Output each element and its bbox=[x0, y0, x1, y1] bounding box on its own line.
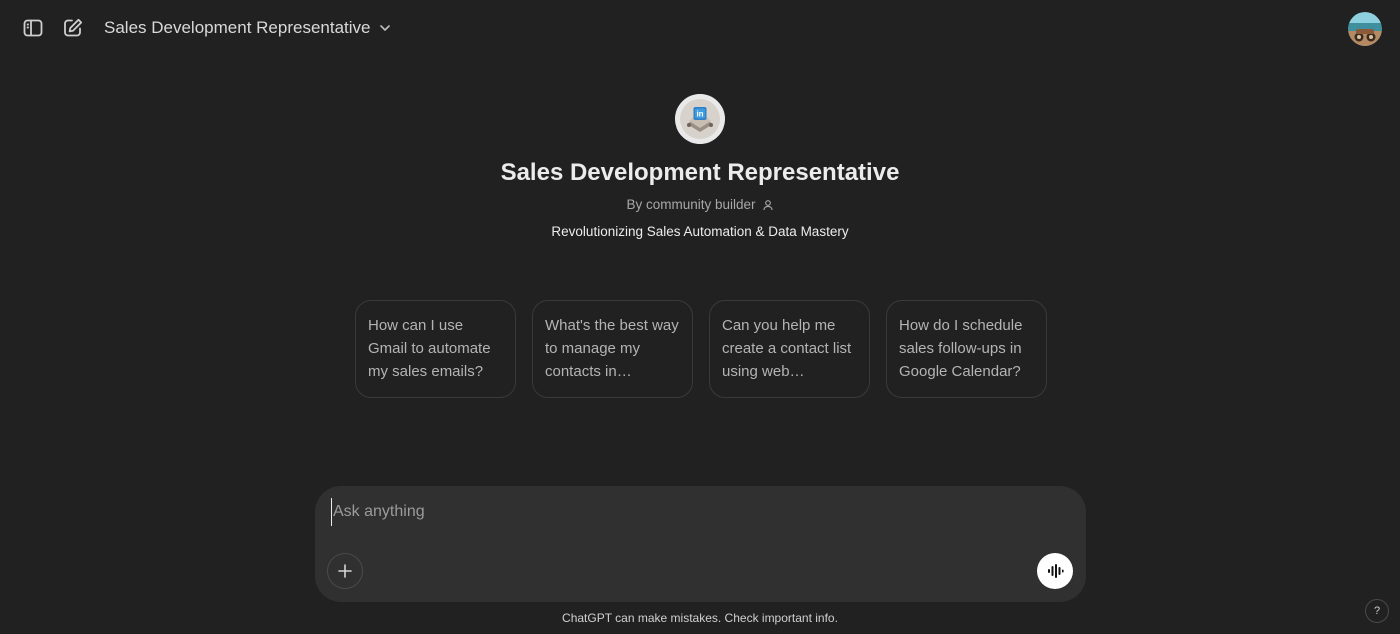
suggestion-cards: How can I use Gmail to automate my sales… bbox=[355, 300, 1047, 398]
suggestion-card[interactable]: How can I use Gmail to automate my sales… bbox=[355, 300, 516, 398]
suggestion-card[interactable]: Can you help me create a contact list us… bbox=[709, 300, 870, 398]
disclaimer-text: ChatGPT can make mistakes. Check importa… bbox=[562, 611, 838, 625]
plus-icon bbox=[338, 564, 352, 578]
top-bar: Sales Development Representative bbox=[0, 0, 1400, 58]
gpt-logo-icon: in bbox=[675, 94, 725, 144]
new-chat-button[interactable] bbox=[57, 12, 89, 44]
voice-waveform-icon bbox=[1048, 564, 1064, 578]
gpt-name: Sales Development Representative bbox=[500, 159, 900, 186]
sidebar-toggle-icon bbox=[23, 19, 43, 37]
person-icon bbox=[762, 199, 773, 210]
voice-mode-button[interactable] bbox=[1037, 553, 1073, 589]
chevron-down-icon bbox=[380, 25, 391, 31]
model-title: Sales Development Representative bbox=[104, 18, 371, 37]
gpt-intro: in Sales Development Representative By c… bbox=[0, 94, 1400, 239]
sidebar-toggle-button[interactable] bbox=[17, 12, 49, 44]
suggestion-text: What's the best way to manage my contact… bbox=[545, 317, 679, 380]
svg-text:in: in bbox=[696, 110, 703, 119]
chat-page: Sales Development Representative in Sale… bbox=[0, 0, 1400, 634]
message-composer bbox=[315, 486, 1086, 602]
gpt-author-label: By community builder bbox=[626, 197, 756, 212]
attach-button[interactable] bbox=[327, 553, 363, 589]
new-chat-icon bbox=[64, 18, 83, 37]
prompt-input[interactable] bbox=[331, 498, 1071, 526]
suggestion-text: How can I use Gmail to automate my sales… bbox=[368, 317, 491, 380]
suggestion-card[interactable]: What's the best way to manage my contact… bbox=[532, 300, 693, 398]
user-avatar[interactable] bbox=[1348, 12, 1382, 46]
suggestion-text: How do I schedule sales follow-ups in Go… bbox=[899, 317, 1023, 380]
help-button[interactable]: ? bbox=[1365, 599, 1389, 623]
suggestion-text: Can you help me create a contact list us… bbox=[722, 317, 852, 380]
gpt-author: By community builder bbox=[626, 197, 773, 212]
gpt-description: Revolutionizing Sales Automation & Data … bbox=[551, 224, 849, 239]
help-label: ? bbox=[1373, 605, 1381, 617]
suggestion-card[interactable]: How do I schedule sales follow-ups in Go… bbox=[886, 300, 1047, 398]
model-switcher[interactable]: Sales Development Representative bbox=[96, 12, 400, 44]
